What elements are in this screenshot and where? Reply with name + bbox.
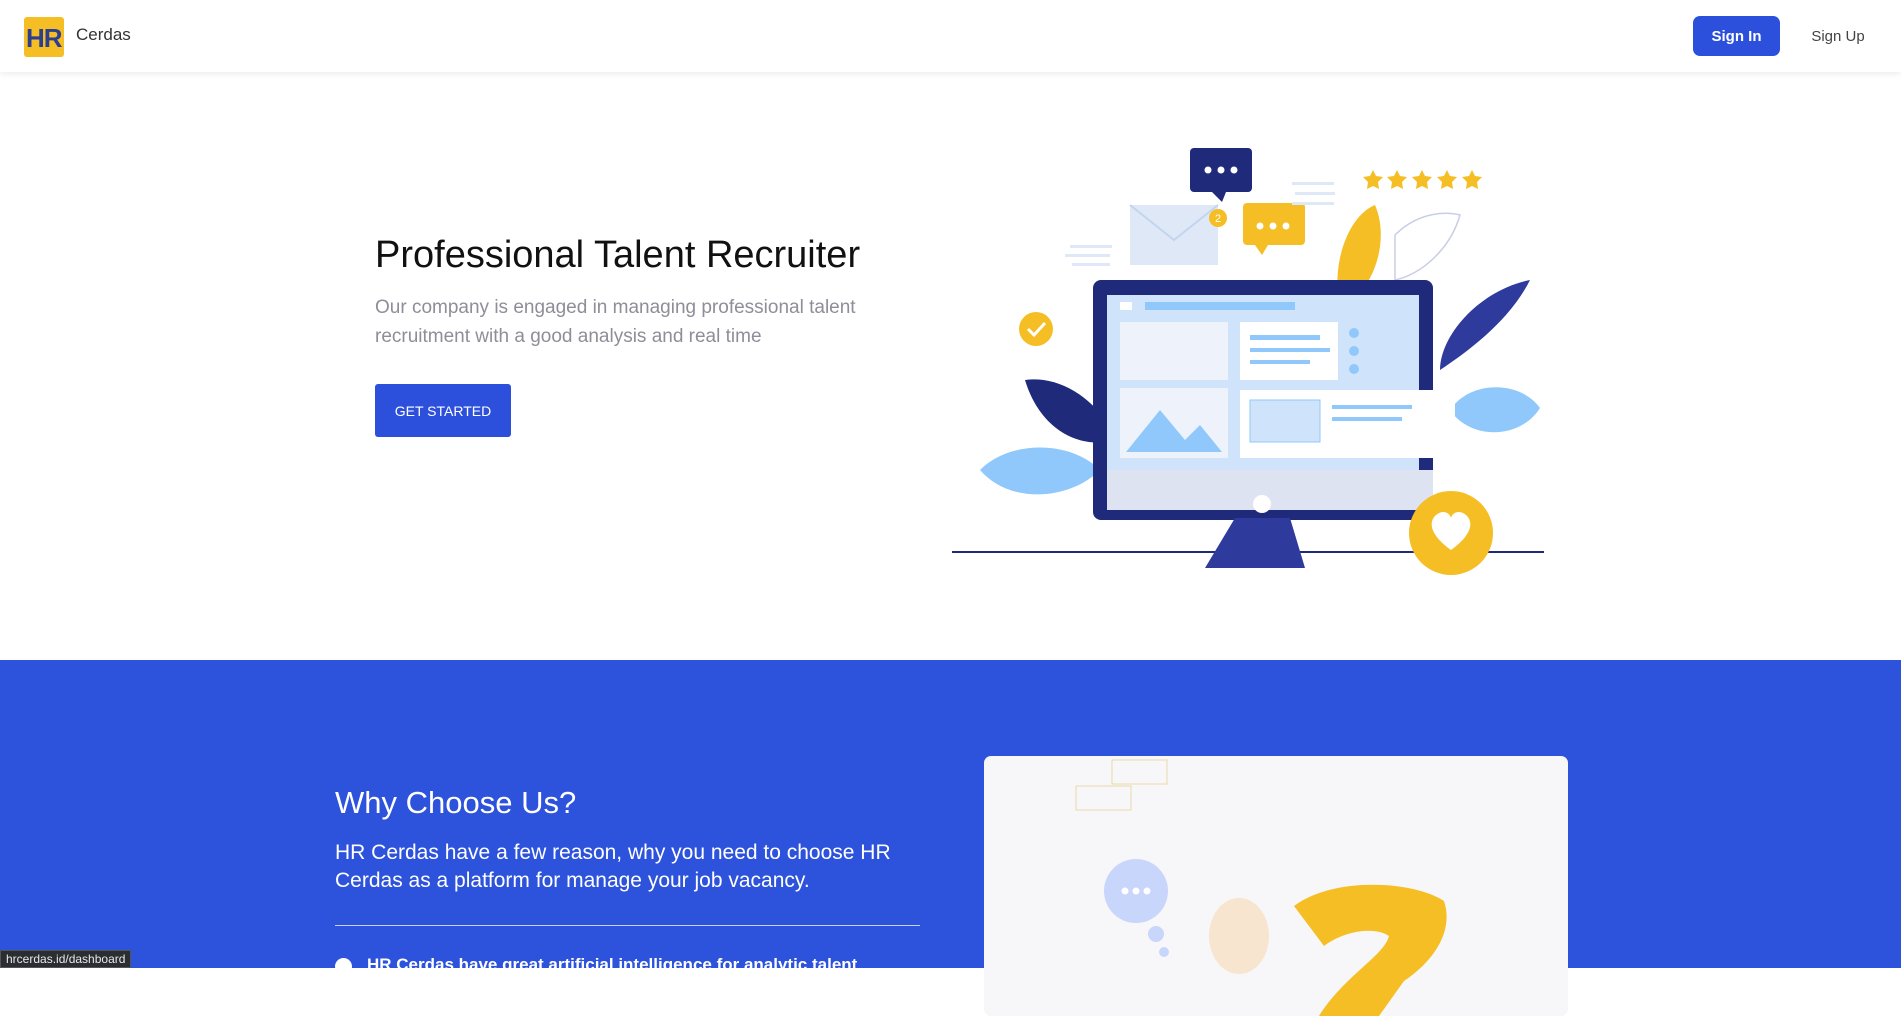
envelope-icon <box>1130 205 1218 265</box>
logo-text: HR <box>26 23 63 53</box>
brand-name[interactable]: Cerdas <box>76 25 131 45</box>
sign-in-button[interactable]: Sign In <box>1693 16 1780 56</box>
status-bar-url: hrcerdas.id/dashboard <box>0 950 132 968</box>
get-started-button[interactable]: GET STARTED <box>375 384 511 437</box>
reason-text: HR Cerdas have great artificial intellig… <box>367 955 858 974</box>
hero-title: Professional Talent Recruiter <box>375 234 861 276</box>
monitor-button <box>1253 495 1271 513</box>
monitor-stand <box>1205 518 1305 568</box>
sign-up-button[interactable]: Sign Up <box>1794 16 1882 56</box>
why-illustration <box>984 756 1568 1016</box>
leaf-right-dark <box>1440 280 1530 370</box>
question-mark-icon <box>1294 884 1447 1016</box>
hero-illustration: 2 <box>952 148 1544 575</box>
leaf-left-light <box>980 447 1100 495</box>
hero-subtitle: Our company is engaged in managing profe… <box>375 297 856 347</box>
check-icon <box>335 958 352 975</box>
rating-stars-icon <box>1363 170 1482 189</box>
top-navbar: HR Cerdas Sign In Sign Up <box>0 0 1901 72</box>
why-choose-us-section: Why Choose Us? HR Cerdas have a few reas… <box>0 660 1901 1016</box>
check-circle-icon <box>1019 312 1053 346</box>
divider <box>335 925 920 926</box>
why-description: HR Cerdas have a few reason, why you nee… <box>335 841 891 892</box>
leaf-right-light <box>1450 387 1540 433</box>
notification-count: 2 <box>1215 213 1221 225</box>
hr-logo[interactable]: HR <box>24 17 64 57</box>
question-illustration <box>1075 759 1447 1016</box>
leaf-outline <box>1394 212 1461 281</box>
reason-item: HR Cerdas have great artificial intellig… <box>335 955 935 985</box>
why-title: Why Choose Us? <box>335 785 577 820</box>
